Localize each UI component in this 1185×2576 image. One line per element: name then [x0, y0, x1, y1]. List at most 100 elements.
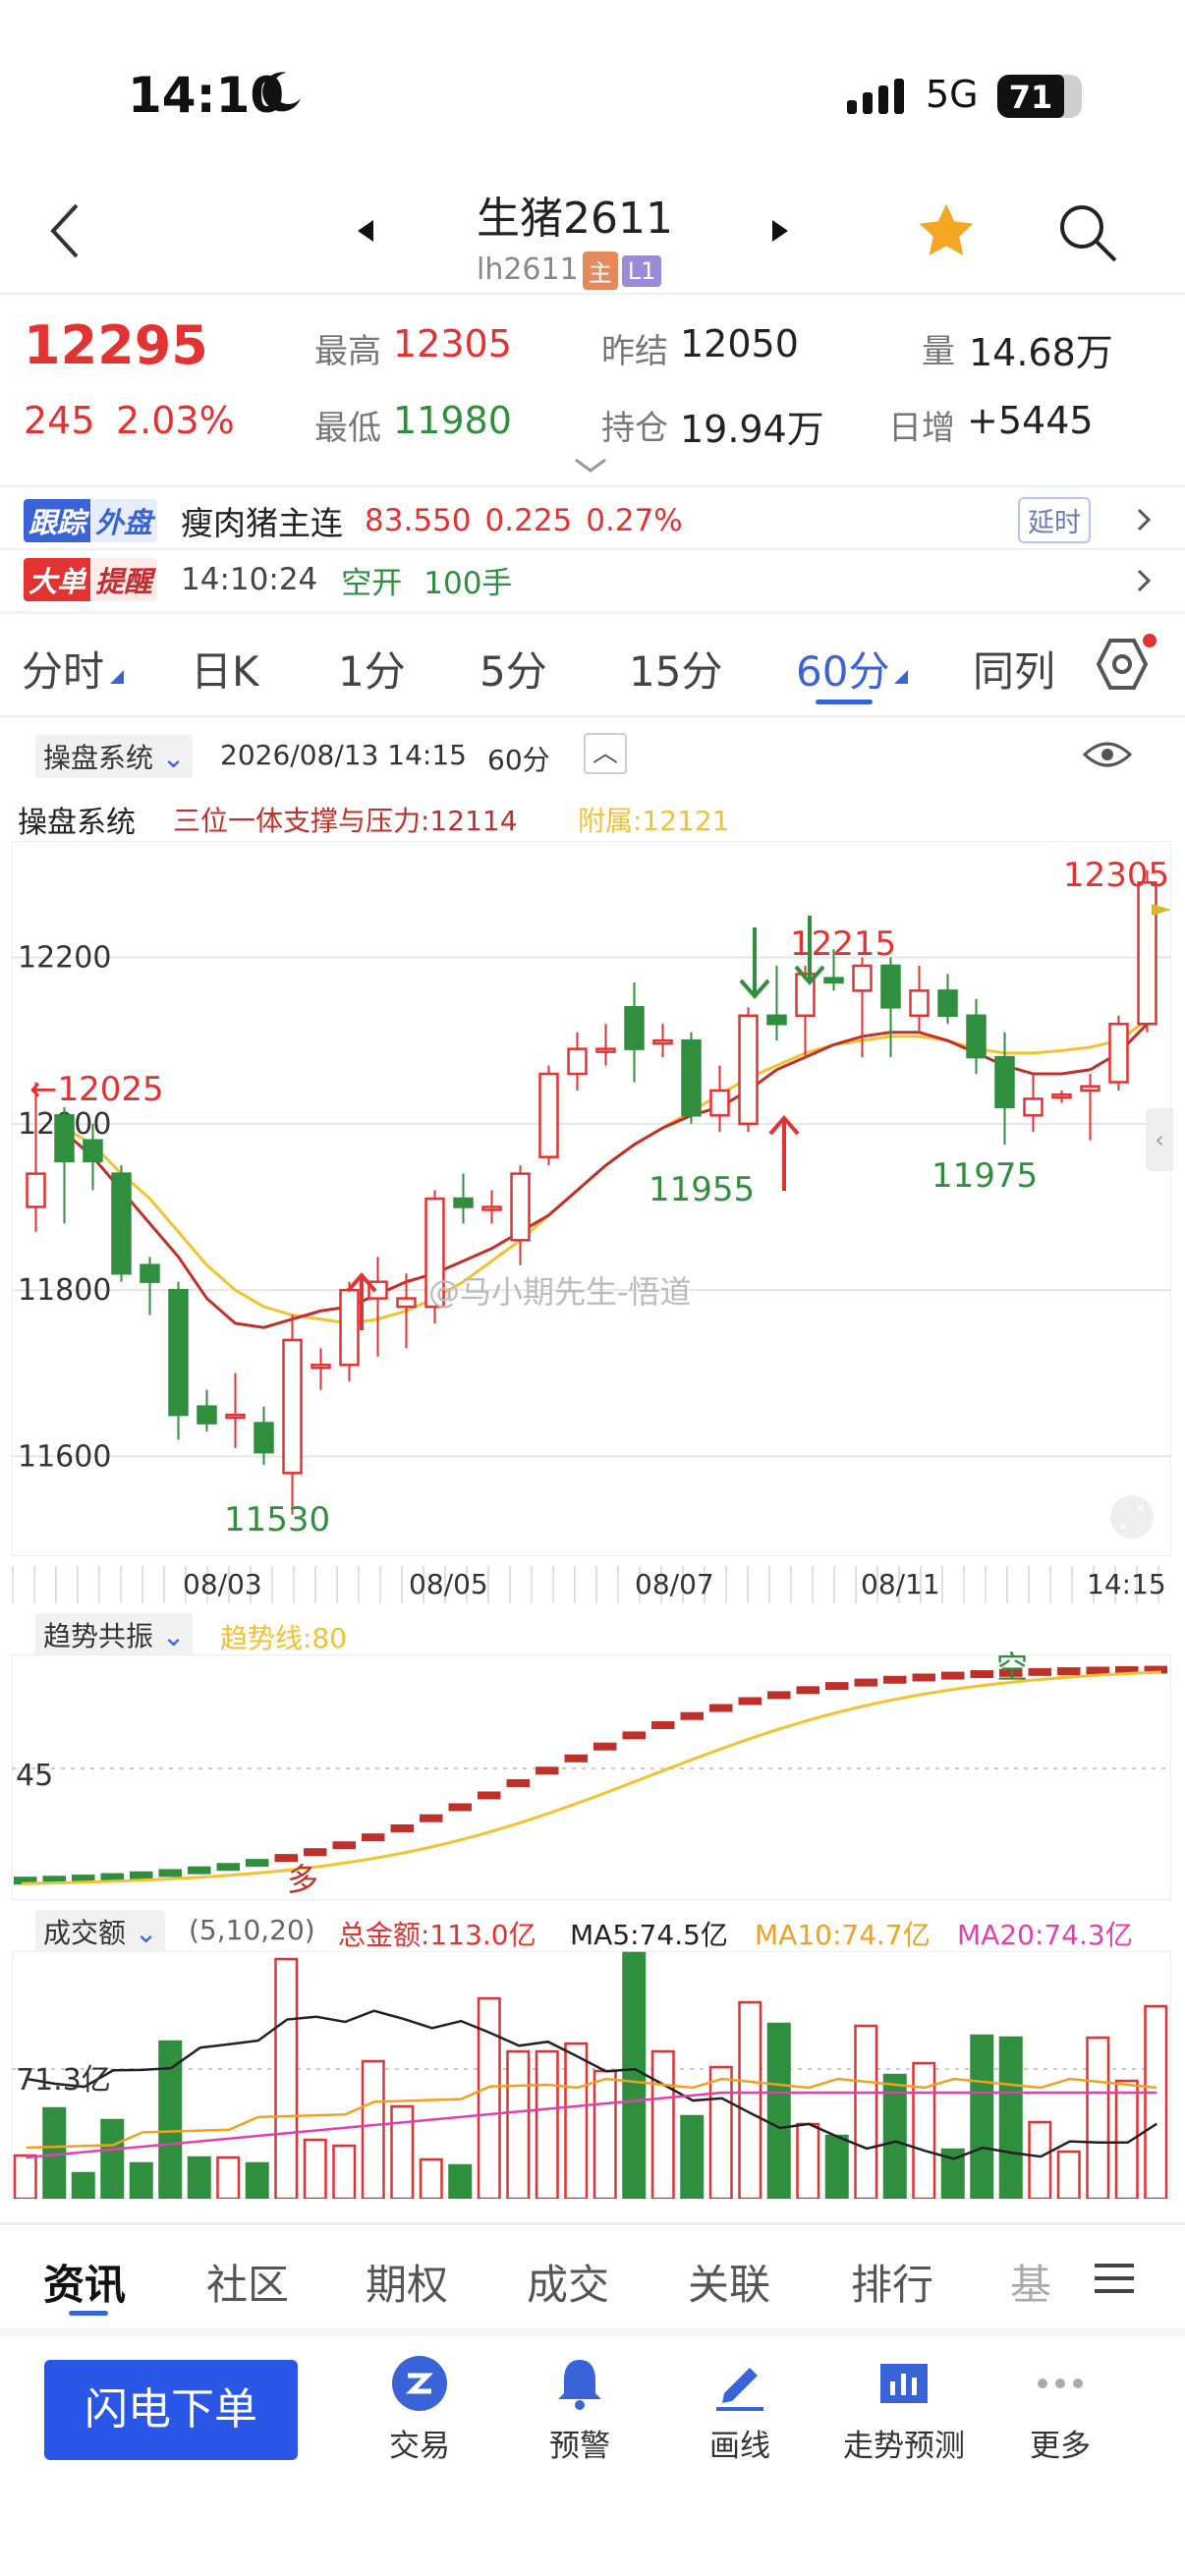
trend-level-label: 45: [16, 1759, 54, 1793]
indicator-name: 操盘系统: [18, 806, 136, 840]
tab-ranking[interactable]: 排行: [851, 2252, 933, 2312]
system-selector[interactable]: 操盘系统 ⌄: [35, 735, 194, 778]
volume-bar: [274, 1957, 299, 2199]
candle-body: [481, 1205, 502, 1211]
big-order-time: 14:10:24: [181, 562, 318, 597]
collapse-up-icon[interactable]: ︿: [584, 733, 627, 774]
tab-timeshare[interactable]: 分时: [22, 639, 104, 699]
volume-bar: [1028, 2120, 1052, 2199]
bottom-annotation: 11530: [224, 1500, 330, 1540]
big-order-row[interactable]: 大单 提醒 14:10:24 空开 100手: [24, 558, 512, 601]
divider: [0, 2328, 1185, 2336]
contract-code: lh2611: [477, 252, 579, 287]
trend-segment: [912, 1673, 935, 1682]
volume-chart[interactable]: [12, 1951, 1171, 2199]
toolbar-draw[interactable]: 画线: [676, 2354, 804, 2465]
trend-segment: [246, 1859, 269, 1868]
volume-bar: [1086, 2036, 1110, 2199]
candle-body: [652, 1038, 673, 1045]
expand-chevron-icon[interactable]: [574, 458, 607, 474]
high-label: 最高: [314, 332, 381, 371]
tab-news[interactable]: 资讯: [43, 2252, 126, 2312]
volume-bar: [100, 2118, 125, 2199]
open-interest-label: 持仓: [601, 409, 668, 448]
candlestick-chart[interactable]: 1220012000118001160012305122151195511975…: [12, 841, 1171, 1556]
low-label: 最低: [314, 409, 381, 448]
tab-community[interactable]: 社区: [206, 2252, 289, 2312]
tab-fundamental[interactable]: 基: [1010, 2252, 1051, 2312]
tab-options[interactable]: 期权: [366, 2252, 448, 2312]
candle-body: [567, 1047, 588, 1076]
chevron-right-icon[interactable]: [1136, 507, 1152, 532]
chart-period: 60分: [487, 744, 550, 776]
track-row[interactable]: 跟踪 外盘 瘦肉猪主连 83.550 0.225 0.27%: [24, 499, 683, 542]
settings-hex-icon[interactable]: [1091, 633, 1159, 698]
candle-body: [453, 1197, 474, 1208]
chevron-right-icon[interactable]: [1136, 568, 1152, 593]
tab-15min[interactable]: 15分: [629, 639, 722, 699]
toolbar-forecast[interactable]: 走势预测: [835, 2354, 973, 2465]
tab-1min[interactable]: 1分: [338, 639, 406, 699]
volume-ma5: MA5:74.5亿: [570, 1919, 728, 1951]
star-icon[interactable]: [914, 198, 979, 263]
tab-trades[interactable]: 成交: [527, 2252, 609, 2312]
tab-compare[interactable]: 同列: [973, 639, 1055, 699]
trend-segment: [478, 1791, 501, 1800]
menu-icon[interactable]: [1095, 2262, 1136, 2295]
flash-order-button[interactable]: 闪电下单: [44, 2360, 298, 2460]
trend-selector[interactable]: 趋势共振 ⌄: [35, 1613, 194, 1656]
tab-related[interactable]: 关联: [688, 2252, 770, 2312]
trend-line-label: 趋势线:80: [220, 1622, 348, 1654]
volume-bar: [448, 2163, 473, 2199]
search-icon[interactable]: [1056, 201, 1119, 264]
tab-5min[interactable]: 5分: [480, 639, 547, 699]
volume-bar: [158, 2040, 183, 2199]
date-label: 08/05: [409, 1568, 488, 1600]
volume-bar: [650, 2049, 675, 2199]
tab-60min[interactable]: 60分: [796, 639, 889, 699]
prev-settle-value: 12050: [680, 322, 799, 365]
signal-icon: [847, 79, 904, 114]
main-tag: 主: [582, 252, 618, 290]
toolbar-alert[interactable]: 预警: [516, 2354, 644, 2465]
fullscreen-icon[interactable]: [1108, 1493, 1156, 1540]
date-label: 08/03: [183, 1568, 262, 1600]
eye-icon[interactable]: [1083, 739, 1132, 770]
side-collapse-handle[interactable]: ‹: [1146, 1108, 1173, 1171]
price-change-pct: 2.03%: [116, 399, 235, 442]
bell-icon: [558, 2360, 601, 2410]
trend-segment: [622, 1731, 646, 1740]
divider: [0, 485, 1185, 487]
trend-segment: [680, 1711, 704, 1720]
trend-segment: [796, 1686, 819, 1695]
candle-body: [681, 1038, 702, 1117]
trend-chart[interactable]: [12, 1654, 1171, 1900]
volume-selector[interactable]: 成交额 ⌄: [35, 1910, 166, 1953]
trend-segment: [390, 1823, 414, 1832]
candle-body: [1137, 881, 1157, 1026]
candle-body: [880, 964, 901, 1009]
trend-segment: [941, 1671, 965, 1680]
volume-total: 总金额:113.0亿: [338, 1919, 536, 1951]
more-dots-icon: [1038, 2379, 1083, 2388]
candle-body: [766, 1014, 787, 1026]
open-interest-value: 19.94万: [680, 408, 824, 451]
y-tick-label: 11600: [18, 1439, 111, 1474]
candle-body: [852, 964, 873, 992]
prev-contract-icon[interactable]: [356, 218, 375, 244]
y-tick-label: 11800: [18, 1273, 111, 1308]
level-tag: L1: [621, 254, 662, 287]
next-contract-icon[interactable]: [770, 218, 790, 244]
candle-body: [396, 1297, 417, 1309]
tab-daily[interactable]: 日K: [191, 639, 259, 699]
volume-bar: [245, 2161, 269, 2199]
dropdown-corner-icon: [110, 670, 124, 684]
back-icon[interactable]: [47, 201, 86, 260]
toolbar-more[interactable]: 更多: [996, 2354, 1124, 2465]
active-tab-indicator: [816, 700, 873, 704]
candle-body: [595, 1047, 616, 1053]
support-pressure-label: 三位一体支撑与压力:12114: [173, 805, 518, 837]
volume-ma10: MA10:74.7亿: [755, 1919, 931, 1951]
toolbar-trade[interactable]: 交易: [356, 2354, 483, 2465]
divider: [0, 293, 1185, 295]
